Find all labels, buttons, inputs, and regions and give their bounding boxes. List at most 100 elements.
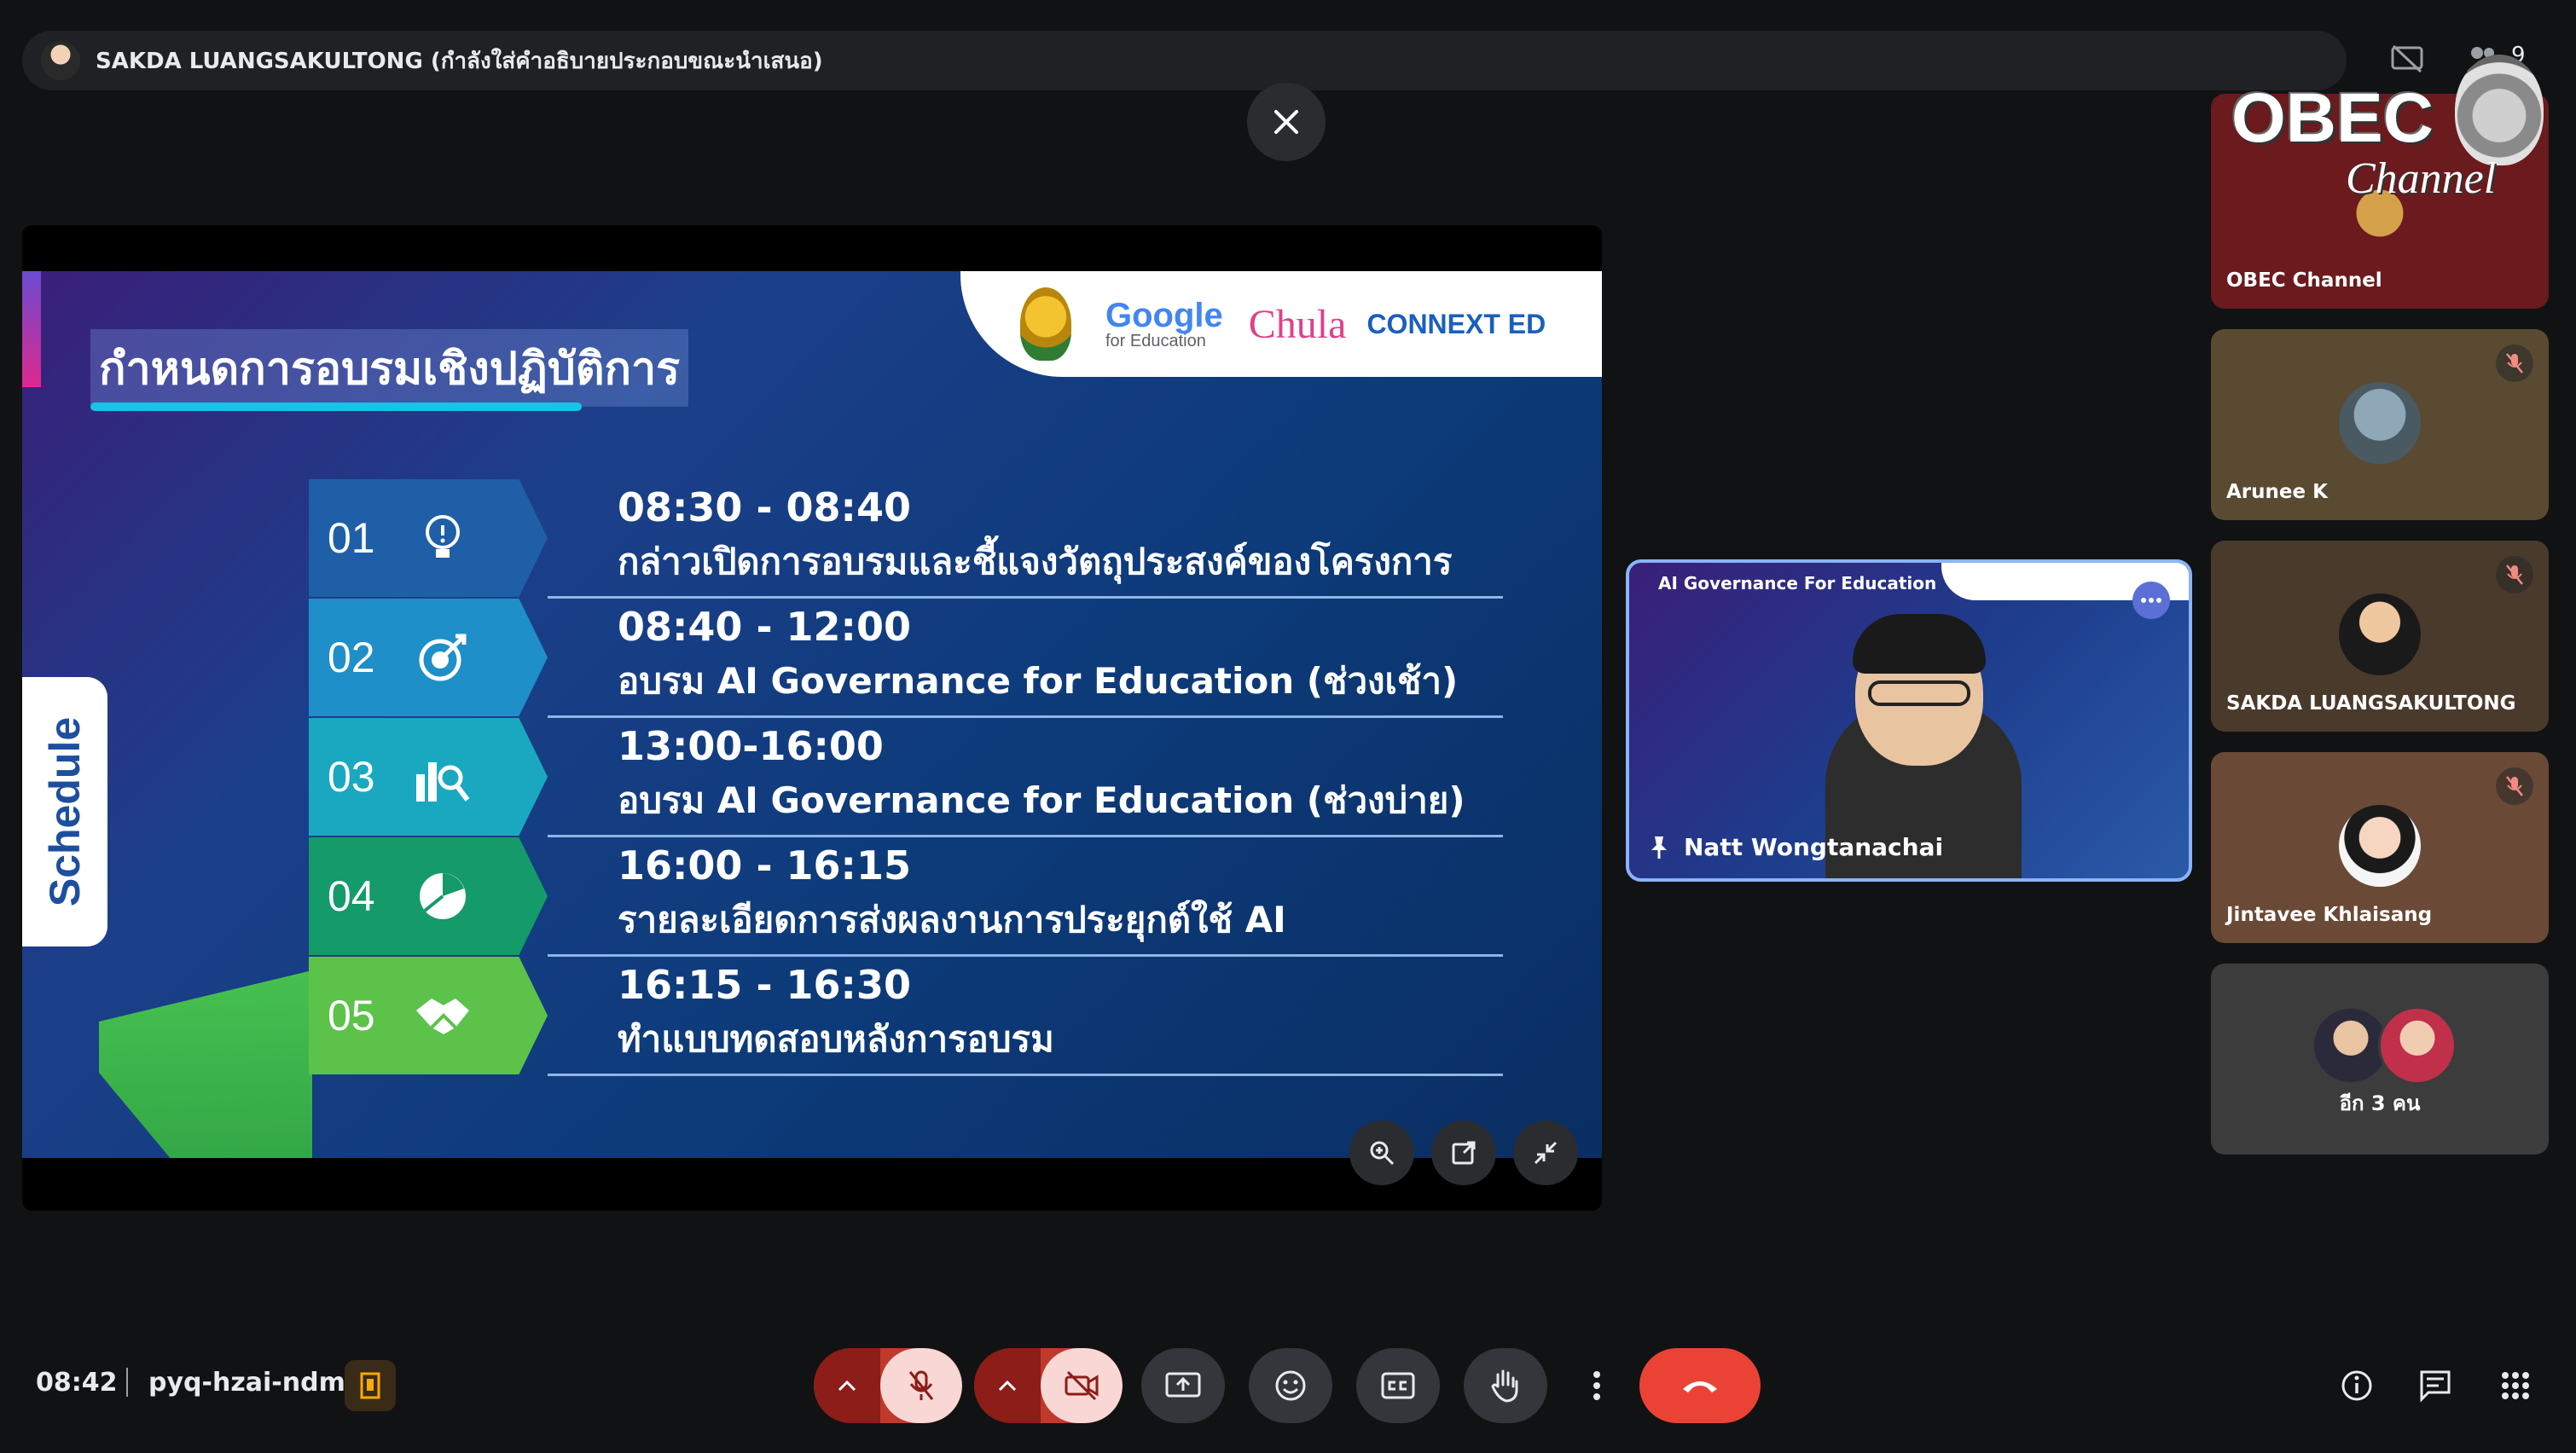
google-for-education-logo: Google for Education [1105, 298, 1223, 350]
videocam-off-icon [1065, 1370, 1099, 1401]
obec-watermark-title: OBEC [2231, 79, 2434, 157]
pop-out-button[interactable] [1431, 1120, 1496, 1185]
more-vert-icon [1593, 1371, 1600, 1400]
mic-off-icon [2506, 353, 2523, 373]
schedule-row: 05 16:15 - 16:30 ทำแบบทดสอบหลังการอบรม [309, 957, 1503, 1076]
audio-settings-button[interactable] [814, 1348, 880, 1423]
slide-title: กำหนดการอบรมเชิงปฏิบัติการ [90, 329, 689, 407]
reactions-button[interactable] [1249, 1348, 1332, 1423]
speaker-glasses [1868, 680, 1970, 706]
title-underline [90, 402, 582, 411]
chart-search-icon [413, 747, 473, 807]
call-end-icon [1683, 1381, 1717, 1392]
activities-button[interactable] [2487, 1357, 2544, 1414]
raise-hand-button[interactable] [1464, 1348, 1547, 1423]
chat-button[interactable] [2407, 1357, 2463, 1414]
participant-tile-arunee[interactable]: Arunee K [2211, 329, 2549, 520]
schedule-number: 03 [328, 753, 375, 801]
slide-accent-bar [22, 271, 41, 387]
schedule-number-box: 04 [309, 837, 548, 955]
participant-name: Arunee K [2226, 481, 2328, 503]
more-options-button[interactable] [1580, 1348, 1614, 1423]
more-participants-label: อีก 3 คน [2339, 1091, 2421, 1115]
speaker-background-strip: AI Governance For Education [1629, 563, 2189, 600]
avatar [2339, 805, 2421, 887]
hand-icon [1491, 1369, 1518, 1403]
close-icon [1274, 110, 1298, 134]
chevron-up-icon [838, 1380, 856, 1392]
leave-call-button[interactable] [1639, 1348, 1761, 1423]
schedule-time: 16:15 - 16:30 [618, 962, 911, 1008]
logo-banner: Google for Education Chula CONNEXT ED [960, 271, 1602, 377]
obec-channel-watermark: OBEC Channel [2226, 44, 2550, 206]
speaker-name: Natt Wongtanachai [1684, 833, 1944, 861]
schedule-divider [548, 1074, 1503, 1076]
more-participants-tile[interactable]: อีก 3 คน [2211, 964, 2549, 1155]
schedule-number: 04 [328, 872, 375, 920]
schedule-row: 02 08:40 - 12:00 อบรม AI Governance for Ed… [309, 599, 1503, 718]
mic-off-icon [908, 1370, 934, 1400]
speaker-bg-title: AI Governance For Education [1658, 573, 1937, 593]
meeting-details-button[interactable] [2329, 1357, 2385, 1414]
schedule-row: 03 13:00-16:00 อบรม AI Governance for Educ… [309, 718, 1503, 837]
schedule-description: อบรม AI Governance for Education (ช่วงเช… [618, 660, 1459, 702]
camera-toggle-button[interactable] [1041, 1348, 1123, 1423]
schedule-time: 08:40 - 12:00 [618, 604, 911, 650]
muted-indicator [2496, 556, 2533, 593]
schedule-number-box: 01 [309, 479, 548, 597]
schedule-number: 01 [328, 514, 375, 562]
participant-name: SAKDA LUANGSAKULTONG [2226, 692, 2516, 715]
open-in-new-icon [1452, 1141, 1476, 1165]
schedule-label: Schedule [41, 716, 90, 907]
captions-button[interactable] [1356, 1348, 1440, 1423]
schedule-number-box: 02 [309, 599, 548, 716]
schedule-number: 02 [328, 634, 375, 681]
schedule-description: กล่าวเปิดการอบรมและชี้แจงวัตถุประสงค์ของ… [618, 541, 1453, 582]
google-logo-text: Google [1105, 297, 1223, 334]
collapse-icon [1534, 1141, 1558, 1165]
speaker-name-tag: Natt Wongtanachai [1648, 833, 1943, 861]
google-logo-sub: for Education [1105, 332, 1206, 350]
lightbulb-icon [413, 508, 473, 568]
participant-tile-jintavee[interactable]: Jintavee Khlaisang [2211, 752, 2549, 943]
avatar [2339, 382, 2421, 464]
meeting-clock: 08:42 [36, 1368, 118, 1398]
pie-chart-icon [413, 866, 473, 926]
closed-caption-icon [1381, 1372, 1415, 1399]
close-annotation-button[interactable] [1247, 83, 1326, 161]
chevron-up-icon [998, 1380, 1017, 1392]
zoom-button[interactable] [1349, 1120, 1414, 1185]
speaker-hair [1853, 614, 1986, 674]
camera-control-group [974, 1348, 1123, 1423]
presenter-avatar [41, 41, 80, 80]
participant-tile-sakda[interactable]: SAKDA LUANGSAKULTONG [2211, 541, 2549, 732]
muted-indicator [2496, 767, 2533, 805]
emoji-icon [1275, 1370, 1306, 1401]
participant-name: OBEC Channel [2226, 269, 2382, 292]
present-screen-button[interactable] [1141, 1348, 1225, 1423]
schedule-description: รายละเอียดการส่งผลงานการประยุกต์ใช้ AI [618, 899, 1286, 941]
meeting-code: pyq-hzai-ndm [148, 1368, 345, 1398]
presentation-controls [1349, 1120, 1578, 1185]
video-settings-button[interactable] [974, 1348, 1041, 1423]
schedule-row: 01 08:30 - 08:40 กล่าวเปิดการอบรมและชี้แจง… [309, 479, 1503, 599]
chat-icon [2420, 1370, 2451, 1403]
participant-name: Jintavee Khlaisang [2226, 904, 2433, 926]
host-controls-button[interactable] [345, 1360, 396, 1411]
avatar [2339, 593, 2421, 675]
mic-toggle-button[interactable] [880, 1348, 962, 1423]
apps-grid-icon [2502, 1372, 2529, 1399]
presenter-caption: SAKDA LUANGSAKULTONG (กำลังใส่คำอธิบายปร… [96, 48, 823, 74]
funnel-decoration [99, 970, 312, 1158]
tile-options-button[interactable] [2132, 582, 2170, 619]
pin-icon [1651, 836, 1667, 859]
schedule-side-tab: Schedule [22, 677, 107, 946]
target-icon [413, 628, 473, 687]
obec-seal-icon [2455, 55, 2544, 165]
presentation-slide: กำหนดการอบรมเชิงปฏิบัติการ Google for Ed… [22, 271, 1602, 1158]
present-to-all-icon [1165, 1372, 1201, 1398]
minimize-button[interactable] [1513, 1120, 1578, 1185]
speaker-tile[interactable]: AI Governance For Education Natt Wongtan… [1626, 559, 2192, 882]
chula-logo: Chula [1248, 301, 1347, 347]
connext-ed-logo: CONNEXT ED [1366, 308, 1546, 339]
